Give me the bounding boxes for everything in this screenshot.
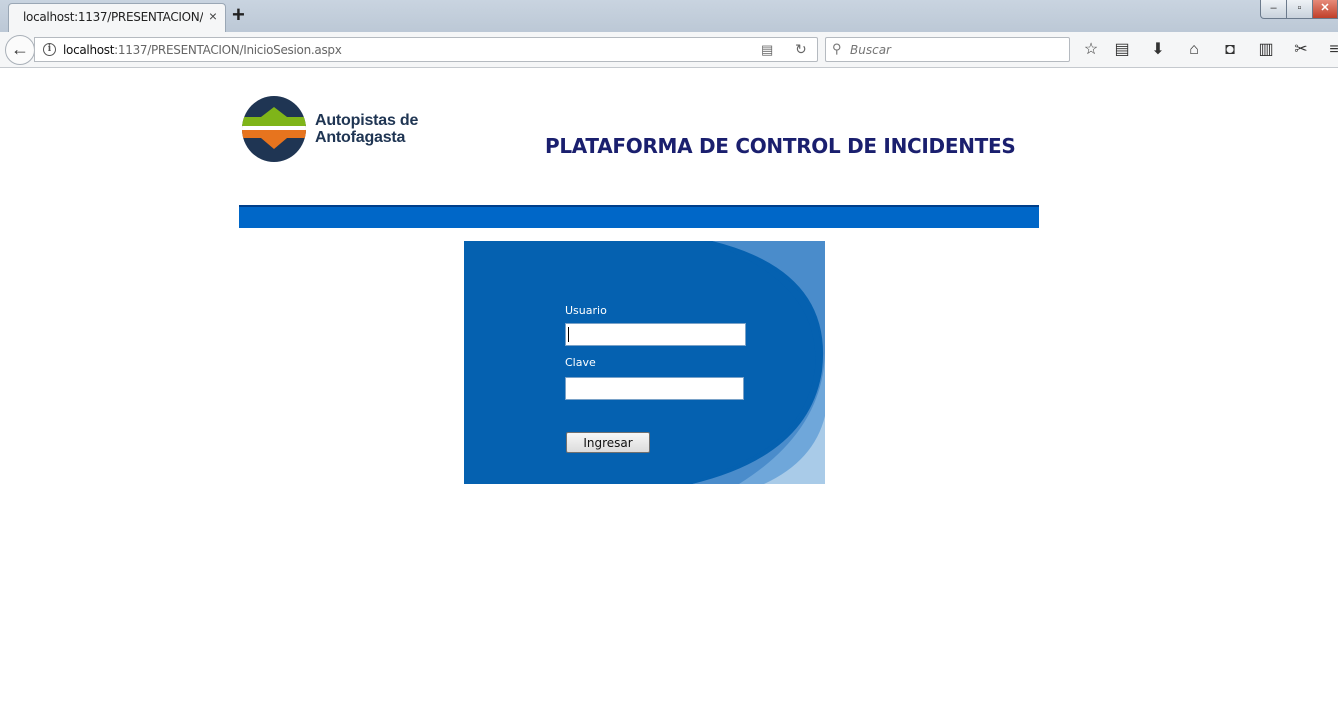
tab-title: localhost:1137/PRESENTACION/I <box>23 10 203 24</box>
search-input[interactable] <box>850 40 1060 59</box>
back-arrow-icon: ← <box>11 39 29 59</box>
brand-line-2: Antofagasta <box>315 129 406 146</box>
autopistas-logo-icon <box>242 96 306 162</box>
login-submit-button[interactable]: Ingresar <box>566 432 650 453</box>
minimize-window-button[interactable]: – <box>1260 0 1287 19</box>
page-title: PLATAFORMA DE CONTROL DE INCIDENTES <box>545 134 1016 158</box>
password-label: Clave <box>565 356 596 369</box>
text-caret <box>568 327 569 342</box>
close-window-button[interactable]: ✕ <box>1312 0 1338 19</box>
menu-icon[interactable]: ≡ <box>1324 40 1338 60</box>
browser-titlebar: localhost:1137/PRESENTACION/I × + – ▫ ✕ <box>0 0 1338 32</box>
browser-tab[interactable]: localhost:1137/PRESENTACION/I × <box>8 3 226 32</box>
password-input[interactable] <box>565 377 744 400</box>
close-tab-icon[interactable]: × <box>209 8 217 24</box>
url-path: :1137/PRESENTACION/InicioSesion.aspx <box>114 43 342 57</box>
header-divider-bar <box>239 205 1039 228</box>
login-panel: Usuario Clave Ingresar <box>464 241 825 484</box>
brand-line-1: Autopistas de <box>315 112 419 129</box>
search-icon: ⚲ <box>832 41 842 56</box>
reader-view-icon[interactable]: ▤ <box>761 42 773 58</box>
search-bar[interactable]: ⚲ <box>825 37 1070 62</box>
maximize-window-button[interactable]: ▫ <box>1286 0 1313 19</box>
new-tab-button[interactable]: + <box>232 4 245 26</box>
back-button[interactable]: ← <box>5 35 35 65</box>
browser-navbar: ← i localhost:1137/PRESENTACION/InicioSe… <box>0 32 1338 68</box>
star-icon[interactable]: ☆ <box>1081 40 1101 60</box>
home-icon[interactable]: ⌂ <box>1184 40 1204 60</box>
screenshot-icon[interactable]: ✂ <box>1291 40 1311 60</box>
username-label: Usuario <box>565 304 607 317</box>
username-input[interactable] <box>565 323 746 346</box>
reload-icon[interactable]: ↻ <box>795 41 807 58</box>
reading-list-icon[interactable]: ▤ <box>1112 40 1132 60</box>
pocket-icon[interactable]: ◘ <box>1220 40 1240 60</box>
url-host: localhost <box>63 43 115 57</box>
brand-name: Autopistas de Antofagasta <box>315 112 418 146</box>
address-bar[interactable]: i localhost:1137/PRESENTACION/InicioSesi… <box>34 37 818 62</box>
info-icon[interactable]: i <box>43 43 56 56</box>
download-icon[interactable]: ⬇ <box>1148 40 1168 60</box>
url-text[interactable]: localhost:1137/PRESENTACION/InicioSesion… <box>63 43 342 57</box>
sidebar-icon[interactable]: ▥ <box>1256 40 1276 60</box>
